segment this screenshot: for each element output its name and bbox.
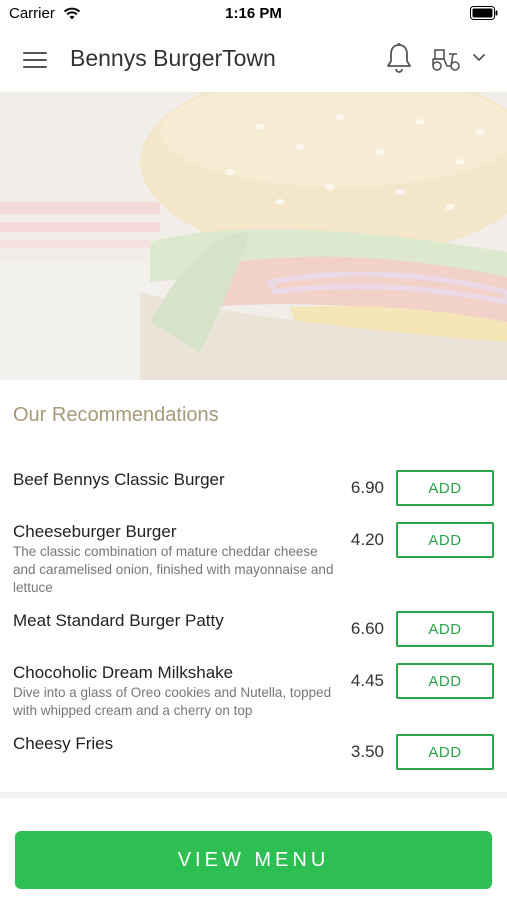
item-description: Dive into a glass of Oreo cookies and Nu… [13,685,332,718]
bell-icon[interactable] [385,42,413,74]
item-price: 6.90 [350,478,384,497]
clock: 1:16 PM [225,5,282,22]
item-name: Beef Bennys Classic Burger [13,470,225,489]
add-button[interactable]: ADD [396,522,494,558]
app-header: Bennys BurgerTown [0,28,507,92]
item-name: Meat Standard Burger Patty [13,611,224,630]
restaurant-title: Bennys BurgerTown [70,45,276,71]
item-description: The classic combination of mature chedda… [13,544,334,595]
item-price: 4.45 [350,671,384,690]
item-price: 3.50 [350,742,384,761]
item-price: 4.20 [350,530,384,549]
chevron-down-icon[interactable] [472,52,486,64]
view-menu-button[interactable]: VIEW MENU [15,831,492,889]
add-button[interactable]: ADD [396,611,494,647]
status-bar: Carrier 1:16 PM [0,0,507,28]
item-name: Chocoholic Dream Milkshake [13,663,234,682]
add-button[interactable]: ADD [396,663,494,699]
item-name: Cheesy Fries [13,734,114,753]
burger-illustration [0,92,507,380]
battery-icon [470,6,498,20]
delivery-scooter-icon[interactable] [431,46,461,72]
section-divider [0,792,507,798]
hero-burger-image [0,92,507,380]
item-name: Cheeseburger Burger [13,522,177,541]
hamburger-menu-icon[interactable] [23,50,47,70]
item-price: 6.60 [350,619,384,638]
add-button[interactable]: ADD [396,734,494,770]
add-button[interactable]: ADD [396,470,494,506]
recommendations-heading: Our Recommendations [13,404,219,426]
